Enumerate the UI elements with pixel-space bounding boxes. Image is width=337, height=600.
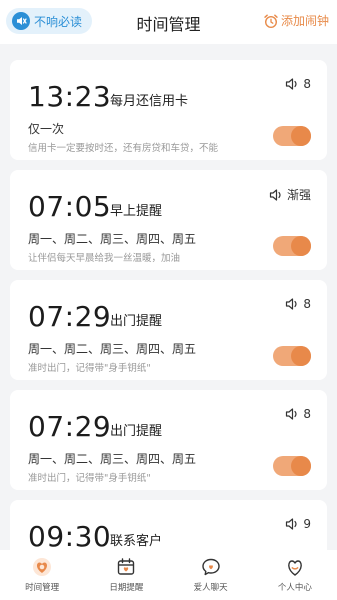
alarm-time: 09:30 [28,520,112,550]
nav-label: 个人中心 [277,583,312,593]
nav-item-date-reminder[interactable]: 日期提醒 [84,550,168,600]
nav-item-personal-center[interactable]: 个人中心 [253,550,337,600]
alarm-volume-value: 9 [303,517,311,531]
alarm-note: 准时出门，记得带"身手钥纸" [28,363,151,374]
alarm-card[interactable]: 07:29 出门提醒 周一、周二、周三、周四、周五 准时出门，记得带"身手钥纸"… [10,390,327,490]
alarm-title: 出门提醒 [110,314,163,329]
alarm-toggle[interactable] [273,126,311,146]
top-bar: 不响必读 时间管理 添加闹钟 [0,0,337,44]
alarm-volume-value: 8 [303,297,311,311]
alarm-toggle[interactable] [273,236,311,256]
alarm-volume[interactable]: 8 [284,76,311,92]
alarm-list[interactable]: 13:23 每月还信用卡 仅一次 信用卡一定要按时还，还有房贷和车贷，不能 8 … [0,44,337,550]
toggle-knob [291,346,311,366]
alarm-title: 早上提醒 [110,204,163,219]
alarm-card[interactable]: 07:05 早上提醒 周一、周二、周三、周四、周五 让伴侣每天早晨给我一丝温暖，… [10,170,327,270]
alarm-time: 07:05 [28,190,112,223]
nav-label: 时间管理 [25,583,60,593]
speaker-icon [284,76,300,92]
alarm-title: 联系客户 [110,534,163,549]
alarm-title: 出门提醒 [110,424,163,439]
alarm-time: 13:23 [28,80,112,113]
alarm-repeat: 仅一次 [28,122,65,136]
alarm-note: 准时出门，记得带"身手钥纸" [28,473,151,484]
alarm-clock-icon [263,13,279,29]
alarm-card[interactable]: 07:29 出门提醒 周一、周二、周三、周四、周五 准时出门，记得带"身手钥纸"… [10,280,327,380]
add-alarm-label: 添加闹钟 [280,14,329,28]
speaker-icon [284,516,300,532]
speaker-icon [268,187,284,203]
chat-heart-icon [200,556,222,578]
alarm-volume-value: 8 [303,77,311,91]
alarm-note: 让伴侣每天早晨给我一丝温暖，加油 [28,253,181,264]
nav-label: 日期提醒 [109,583,144,593]
nav-item-time-management[interactable]: 时间管理 [0,550,84,600]
alarm-toggle[interactable] [273,456,311,476]
alarm-volume[interactable]: 8 [284,296,311,312]
toggle-knob [291,456,311,476]
nav-item-partner-chat[interactable]: 爱人聊天 [169,550,253,600]
alarm-repeat: 周一、周二、周三、周四、周五 [28,232,197,246]
toggle-knob [291,126,311,146]
speaker-icon [284,406,300,422]
alarm-time: 07:29 [28,410,112,443]
calendar-icon [115,556,137,578]
alarm-repeat: 周一、周二、周三、周四、周五 [28,342,197,356]
alarm-card[interactable]: 13:23 每月还信用卡 仅一次 信用卡一定要按时还，还有房贷和车贷，不能 8 [10,60,327,160]
alarm-volume-value: 8 [303,407,311,421]
profile-heart-icon [284,556,306,578]
alarm-volume[interactable]: 9 [284,516,311,532]
alarm-volume[interactable]: 渐强 [268,186,311,203]
add-alarm-button[interactable]: 添加闹钟 [263,12,329,29]
alarm-repeat: 周一、周二、周三、周四、周五 [28,452,197,466]
bottom-nav: 时间管理 日期提醒 爱人聊天 个人中心 [0,550,337,600]
alarm-toggle[interactable] [273,346,311,366]
alarm-volume[interactable]: 8 [284,406,311,422]
alarm-note: 信用卡一定要按时还，还有房贷和车贷，不能 [28,143,219,154]
alarm-title: 每月还信用卡 [110,94,189,109]
alarm-time: 07:29 [28,300,112,333]
toggle-knob [291,236,311,256]
clock-heart-icon [31,556,53,578]
alarm-card[interactable]: 09:30 联系客户 9 [10,500,327,550]
speaker-icon [284,296,300,312]
nav-label: 爱人聊天 [193,583,228,593]
alarm-volume-value: 渐强 [286,188,311,202]
